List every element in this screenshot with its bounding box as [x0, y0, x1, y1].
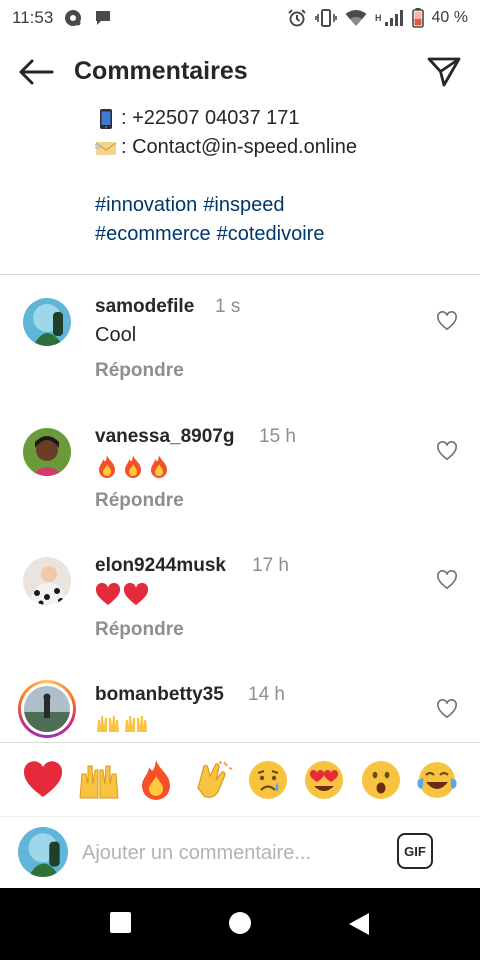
chat-bubble-icon [93, 8, 113, 28]
reply-button[interactable]: Répondre [95, 360, 184, 382]
red-heart-icon [23, 760, 63, 797]
reaction-tears-of-joy[interactable] [414, 757, 460, 803]
post-caption: : +22507 04037 171 : Contact@in-speed.on… [95, 104, 465, 249]
envelope-icon [95, 137, 117, 159]
heart-outline-icon[interactable] [436, 699, 458, 719]
comment-time: 15 h [259, 426, 296, 447]
signal-icon: H [375, 9, 404, 27]
hashtag-link[interactable]: #ecommerce [95, 220, 211, 249]
surprised-face-icon [361, 760, 400, 799]
home-button[interactable] [229, 912, 251, 934]
comment-username[interactable]: vanessa_8907g [95, 426, 234, 448]
comment-username[interactable]: samodefile [95, 296, 194, 318]
avatar [24, 686, 70, 732]
reply-button[interactable]: Répondre [95, 490, 184, 512]
quick-reactions-bar [0, 742, 480, 817]
fire-emoji-icon [99, 455, 115, 478]
heart-outline-icon[interactable] [436, 311, 458, 331]
comment-time: 14 h [248, 684, 285, 705]
tears-of-joy-face-icon [417, 761, 457, 798]
reaction-crying-face[interactable] [245, 757, 291, 803]
system-navigation-bar [0, 888, 480, 960]
red-heart-emoji-icon [95, 583, 121, 605]
paper-plane-icon [427, 57, 461, 87]
status-bar: 11:53 H 40 % [0, 0, 480, 36]
raised-hands-emoji-icon [97, 716, 119, 732]
divider [0, 274, 480, 275]
battery-icon [411, 8, 424, 28]
comment-text [95, 454, 171, 480]
reaction-fire[interactable] [133, 757, 179, 803]
comment-text [95, 712, 149, 734]
comment-username[interactable]: elon9244musk [95, 555, 226, 577]
fire-emoji-icon [125, 455, 141, 478]
gif-button[interactable]: GIF [397, 833, 433, 869]
avatar[interactable] [23, 557, 71, 605]
avatar[interactable] [23, 428, 71, 476]
comment-input[interactable] [82, 838, 372, 868]
notification-icon [63, 8, 83, 28]
page-title: Commentaires [74, 57, 248, 85]
status-time: 11:53 [12, 8, 54, 27]
comment-item: elon9244musk 17 h Répondre [0, 549, 480, 669]
mobile-phone-icon [95, 108, 117, 130]
crying-face-icon [249, 760, 288, 799]
avatar[interactable] [23, 298, 71, 346]
wifi-icon [345, 9, 367, 27]
comment-time: 17 h [252, 555, 289, 576]
comment-time: 1 s [215, 296, 241, 317]
raised-hands-emoji-icon [125, 716, 147, 732]
caption-email: : Contact@in-speed.online [121, 136, 357, 158]
hashtag-link[interactable]: #innovation [95, 191, 197, 220]
clapping-hands-icon [197, 760, 233, 798]
comment-item: vanessa_8907g 15 h Répondre [0, 420, 480, 540]
comment-item: bomanbetty35 14 h [0, 678, 480, 742]
arrow-left-icon [19, 59, 54, 85]
avatar-story-ring[interactable] [18, 680, 76, 738]
comment-username[interactable]: bomanbetty35 [95, 684, 224, 706]
hashtag-link[interactable]: #cotedivoire [217, 220, 325, 249]
heart-outline-icon[interactable] [436, 441, 458, 461]
caption-phone: : +22507 04037 171 [121, 107, 300, 129]
comment-item: samodefile 1 s Cool Répondre [0, 290, 480, 410]
comment-composer: GIF [0, 818, 480, 888]
battery-percent: 40 % [431, 9, 468, 26]
header: Commentaires [0, 36, 480, 108]
reaction-surprised-face[interactable] [358, 757, 404, 803]
share-button[interactable] [424, 54, 464, 90]
caption-phone-line: : +22507 04037 171 [95, 104, 465, 133]
heart-eyes-face-icon [305, 760, 344, 799]
comment-text: Cool [95, 324, 137, 346]
caption-email-line: : Contact@in-speed.online [95, 133, 465, 162]
reaction-clapping-hands[interactable] [189, 757, 235, 803]
heart-outline-icon[interactable] [436, 570, 458, 590]
back-button[interactable] [16, 56, 56, 88]
reaction-heart-eyes[interactable] [301, 757, 347, 803]
network-type-label: H [375, 13, 382, 23]
fire-emoji-icon [151, 455, 167, 478]
alarm-icon [287, 8, 307, 28]
reply-button[interactable]: Répondre [95, 619, 184, 641]
red-heart-emoji-icon [123, 583, 149, 605]
hashtags: #innovation #inspeed #ecommerce #cotediv… [95, 191, 465, 249]
raised-hands-icon [79, 765, 119, 798]
fire-icon [141, 759, 170, 800]
back-triangle-icon[interactable] [348, 912, 370, 936]
recent-apps-button[interactable] [110, 912, 131, 933]
reaction-red-heart[interactable] [20, 757, 66, 803]
vibrate-icon [315, 8, 337, 28]
reaction-raised-hands[interactable] [76, 757, 122, 803]
current-user-avatar [18, 827, 68, 877]
comment-text [95, 583, 149, 607]
hashtag-link[interactable]: #inspeed [203, 191, 284, 220]
